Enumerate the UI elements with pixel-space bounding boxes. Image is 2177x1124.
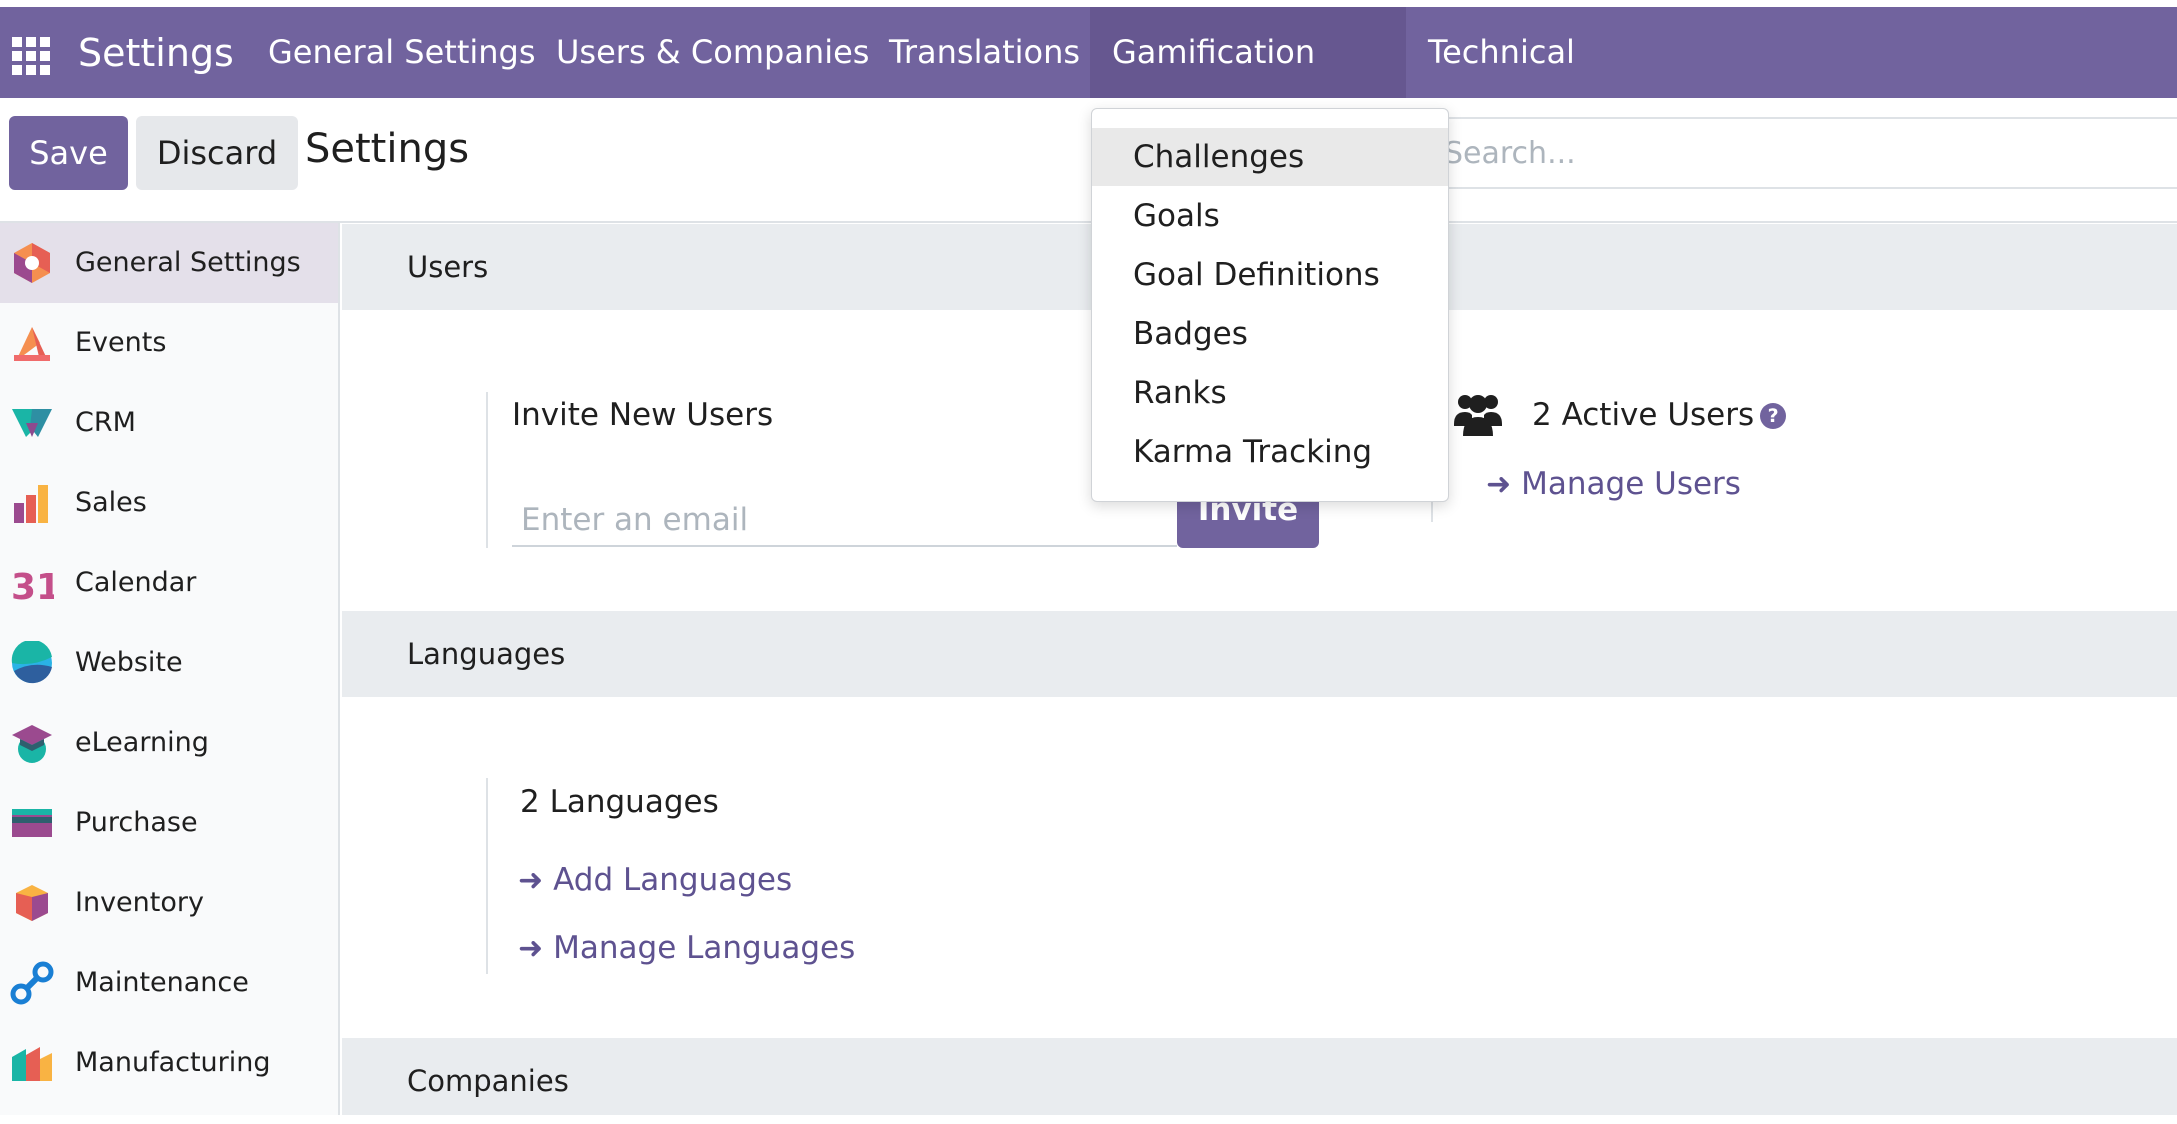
svg-text:31: 31 [11, 567, 54, 605]
sidebar-item-label: Sales [75, 487, 147, 518]
menu-gamification-tools[interactable]: Gamification Tools [1090, 7, 1406, 162]
section-title: Companies [407, 1064, 569, 1098]
sidebar-item-label: Calendar [75, 567, 197, 598]
dropdown-item-badges[interactable]: Badges [1092, 305, 1448, 363]
menu-technical[interactable]: Technical [1406, 7, 1597, 98]
setting-divider [486, 392, 488, 548]
settings-sidebar: General Settings Events CRM Sales 31 Cal… [0, 223, 340, 1115]
manage-languages-link[interactable]: ➜ Manage Languages [518, 930, 855, 966]
dropdown-item-karma-tracking[interactable]: Karma Tracking [1092, 423, 1448, 481]
sidebar-item-events[interactable]: Events [0, 303, 338, 383]
sidebar-item-inventory[interactable]: Inventory [0, 863, 338, 943]
active-users-label: 2 Active Users [1532, 397, 1755, 433]
sidebar-item-general-settings[interactable]: General Settings [0, 223, 338, 303]
sidebar-item-sales[interactable]: Sales [0, 463, 338, 543]
sales-icon [14, 485, 48, 523]
top-navbar: Settings General Settings Users & Compan… [0, 7, 2177, 162]
general-settings-icon [14, 243, 50, 283]
sidebar-item-label: Manufacturing [75, 1047, 271, 1078]
invite-users-title: Invite New Users [512, 397, 774, 433]
elearning-icon [12, 725, 52, 763]
sidebar-item-elearning[interactable]: eLearning [0, 703, 338, 783]
inventory-icon [16, 885, 48, 921]
crm-icon [12, 409, 52, 437]
users-group-icon [1454, 395, 1502, 436]
section-header-languages: Languages [342, 611, 2177, 697]
section-header-companies: Companies [342, 1038, 2177, 1115]
sidebar-item-website[interactable]: Website [0, 623, 338, 703]
section-title: Users [407, 250, 489, 284]
app-grid-icon[interactable] [12, 37, 52, 77]
sidebar-item-label: Purchase [75, 807, 198, 838]
arrow-right-icon: ➜ [518, 863, 544, 898]
maintenance-icon [10, 961, 54, 1005]
sidebar-item-purchase[interactable]: Purchase [0, 783, 338, 863]
search-input[interactable] [1432, 119, 2177, 187]
sidebar-item-label: Maintenance [75, 967, 249, 998]
menu-general-settings[interactable]: General Settings [246, 7, 558, 98]
dropdown-item-goal-definitions[interactable]: Goal Definitions [1092, 246, 1448, 304]
sidebar-item-crm[interactable]: CRM [0, 383, 338, 463]
sidebar-item-maintenance[interactable]: Maintenance [0, 943, 338, 1023]
save-button[interactable]: Save [9, 116, 128, 190]
sidebar-item-manufacturing[interactable]: Manufacturing [0, 1023, 338, 1103]
sidebar-item-calendar[interactable]: 31 Calendar [0, 543, 338, 623]
arrow-right-icon: ➜ [1486, 467, 1512, 502]
help-icon[interactable]: ? [1760, 403, 1787, 429]
dropdown-item-ranks[interactable]: Ranks [1092, 364, 1448, 422]
discard-button[interactable]: Discard [136, 116, 298, 190]
setting-divider [486, 778, 488, 974]
events-icon [14, 327, 50, 361]
manufacturing-icon [12, 1047, 52, 1081]
sidebar-item-label: Website [75, 647, 183, 678]
dropdown-item-goals[interactable]: Goals [1092, 187, 1448, 245]
app-brand[interactable]: Settings [78, 31, 234, 75]
manage-users-label: Manage Users [1521, 466, 1741, 502]
dropdown-item-challenges[interactable]: Challenges [1092, 128, 1448, 186]
manage-languages-label: Manage Languages [553, 930, 856, 966]
sidebar-item-label: CRM [75, 407, 136, 438]
sidebar-item-label: Inventory [75, 887, 204, 918]
menu-users-companies[interactable]: Users & Companies [534, 7, 891, 98]
add-languages-link[interactable]: ➜ Add Languages [518, 862, 792, 898]
sidebar-item-label: General Settings [75, 247, 301, 278]
gamification-tools-dropdown: Challenges Goals Goal Definitions Badges… [1091, 108, 1449, 502]
purchase-icon [12, 809, 52, 837]
menu-translations[interactable]: Translations [867, 7, 1102, 98]
website-icon [11, 641, 52, 684]
manage-users-link[interactable]: ➜ Manage Users [1486, 466, 1741, 502]
page-title: Settings [305, 126, 470, 172]
search-box[interactable] [1430, 117, 2177, 189]
sidebar-item-label: eLearning [75, 727, 209, 758]
section-title: Languages [407, 637, 566, 671]
calendar-icon: 31 [11, 567, 54, 605]
add-languages-label: Add Languages [553, 862, 793, 898]
sidebar-item-label: Events [75, 327, 167, 358]
arrow-right-icon: ➜ [518, 931, 544, 966]
active-users-count: 2 Active Users? [1532, 397, 1787, 433]
invite-email-input[interactable] [512, 495, 1177, 547]
languages-count: 2 Languages [520, 784, 719, 820]
